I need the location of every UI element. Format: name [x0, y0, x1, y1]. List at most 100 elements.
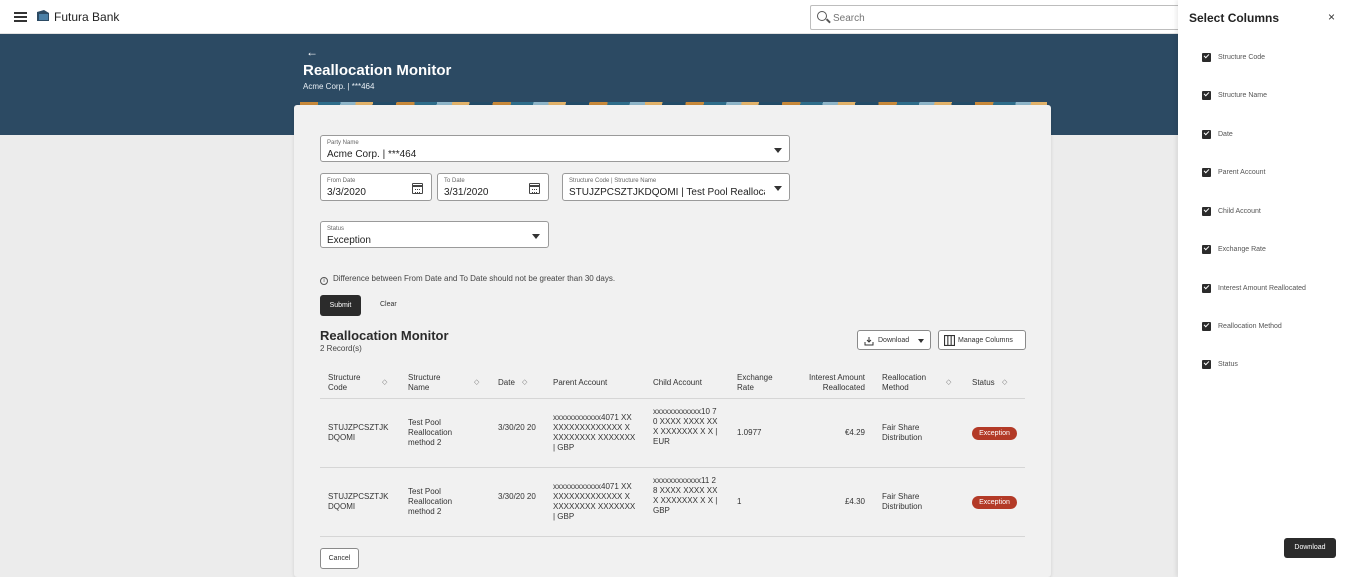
caret-down-icon — [532, 234, 540, 239]
cell-date: 3/30/20 20 — [498, 423, 536, 432]
clear-button[interactable]: Clear — [380, 301, 397, 308]
sort-icon[interactable]: ◇ — [382, 378, 387, 386]
panel-download-button[interactable]: Download — [1284, 538, 1336, 558]
status-badge: Exception — [972, 496, 1017, 509]
calendar-icon[interactable] — [529, 183, 540, 194]
results-title: Reallocation Monitor — [320, 328, 449, 343]
table-divider — [320, 398, 1025, 399]
cell-interest-amount: £4.30 — [844, 497, 865, 506]
close-icon[interactable]: × — [1328, 10, 1335, 24]
page-subtitle: Acme Corp. | ***464 — [303, 82, 375, 91]
checkbox-icon[interactable] — [1202, 53, 1211, 62]
columns-icon — [944, 335, 955, 346]
header-reallocation-method[interactable]: Reallocation Method — [882, 373, 934, 393]
header-parent-account: Parent Account — [553, 378, 608, 387]
date-range-info: i Difference between From Date and To Dat… — [320, 274, 615, 285]
structure-value: STUJZPCSZTJKDQOMI | Test Pool Reallocati… — [569, 187, 765, 198]
download-icon — [864, 337, 874, 346]
sort-icon[interactable]: ◇ — [1002, 378, 1007, 386]
cell-interest-amount: €4.29 — [844, 428, 865, 437]
cell-child-account: xxxxxxxxxxxx10 70 XXXX XXXX XXX XXXXXXX … — [653, 407, 718, 446]
header-date[interactable]: Date — [498, 378, 515, 388]
manage-columns-button[interactable]: Manage Columns — [938, 330, 1026, 350]
cell-reallocation-method: Fair Share Distribution — [882, 492, 923, 511]
table-divider — [320, 467, 1025, 468]
cell-exchange-rate: 1.0977 — [737, 428, 762, 437]
status-value: Exception — [327, 235, 371, 246]
header-child-account: Child Account — [653, 378, 702, 387]
cell-parent-account: xxxxxxxxxxxx4071 XXXXXXXXXXXXXXX X XXXXX… — [553, 482, 636, 521]
sort-icon[interactable]: ◇ — [946, 378, 951, 386]
cell-date: 3/30/20 20 — [498, 492, 536, 501]
party-name-select[interactable]: Party Name Acme Corp. | ***464 — [320, 135, 790, 162]
header-exchange-rate: Exchange Rate — [737, 373, 773, 392]
checkbox-icon[interactable] — [1202, 245, 1211, 254]
header-structure-code[interactable]: Structure Code — [328, 373, 370, 393]
cancel-button[interactable]: Cancel — [320, 548, 359, 569]
caret-down-icon — [774, 186, 782, 191]
column-option-label: Parent Account — [1218, 169, 1266, 176]
download-dropdown-button[interactable]: Download — [857, 330, 931, 350]
manage-columns-label: Manage Columns — [958, 337, 1013, 344]
top-bar: Futura Bank — [0, 0, 1182, 34]
back-arrow-icon[interactable]: ← — [306, 45, 318, 59]
caret-down-icon — [774, 148, 782, 153]
column-option-label: Structure Name — [1218, 92, 1268, 99]
to-date-field[interactable]: To Date 3/31/2020 — [437, 173, 549, 201]
column-option-label: Date — [1218, 131, 1233, 138]
submit-button[interactable]: Submit — [320, 295, 361, 316]
table-divider — [320, 536, 1025, 537]
search-box[interactable] — [810, 5, 1182, 30]
checkbox-icon[interactable] — [1202, 284, 1211, 293]
header-status[interactable]: Status — [972, 378, 995, 388]
header-interest-amount: Interest Amount Reallocated — [808, 373, 865, 392]
header-structure-name[interactable]: Structure Name — [408, 373, 452, 393]
column-option-label: Exchange Rate — [1218, 246, 1266, 253]
column-option-label: Structure Code — [1218, 54, 1266, 61]
to-date-label: To Date — [444, 178, 465, 184]
from-date-field[interactable]: From Date 3/3/2020 — [320, 173, 432, 201]
cell-structure-code: STUJZPCSZTJK DQOMI — [328, 492, 389, 511]
brand-name[interactable]: Futura Bank — [54, 10, 119, 24]
from-date-value: 3/3/2020 — [327, 187, 366, 198]
column-option-label: Reallocation Method — [1218, 323, 1282, 330]
download-label: Download — [878, 337, 910, 344]
sort-icon[interactable]: ◇ — [522, 378, 527, 386]
column-option-label: Interest Amount Reallocated — [1218, 285, 1306, 292]
cell-parent-account: xxxxxxxxxxxx4071 XXXXXXXXXXXXXXX X XXXXX… — [553, 413, 636, 452]
cell-structure-name: Test Pool Reallocation method 2 — [408, 487, 453, 516]
cell-reallocation-method: Fair Share Distribution — [882, 423, 923, 442]
cell-exchange-rate: 1 — [737, 497, 742, 506]
status-label: Status — [327, 226, 345, 232]
checkbox-icon[interactable] — [1202, 168, 1211, 177]
bank-logo-icon — [37, 10, 49, 21]
calendar-icon[interactable] — [412, 183, 423, 194]
status-badge: Exception — [972, 427, 1017, 440]
structure-select[interactable]: Structure Code | Structure Name STUJZPCS… — [562, 173, 790, 201]
checkbox-icon[interactable] — [1202, 130, 1211, 139]
column-option-label: Status — [1218, 361, 1238, 368]
search-input[interactable] — [833, 10, 1133, 26]
cell-structure-name: Test Pool Reallocation method 2 — [408, 418, 453, 447]
search-icon — [817, 11, 827, 21]
party-name-label: Party Name — [327, 140, 359, 146]
structure-label: Structure Code | Structure Name — [569, 178, 657, 184]
status-select[interactable]: Status Exception — [320, 221, 549, 248]
panel-title: Select Columns — [1189, 11, 1280, 25]
cell-child-account: xxxxxxxxxxxx11 28 XXXX XXXX XXX XXXXXXX … — [653, 476, 718, 515]
checkbox-icon[interactable] — [1202, 322, 1211, 331]
select-columns-panel: Select Columns × Structure Code Structur… — [1178, 0, 1345, 577]
record-count: 2 Record(s) — [320, 344, 362, 353]
checkbox-icon[interactable] — [1202, 360, 1211, 369]
from-date-label: From Date — [327, 178, 356, 184]
hamburger-icon[interactable] — [14, 12, 27, 22]
sort-icon[interactable]: ◇ — [474, 378, 479, 386]
caret-down-icon — [918, 339, 924, 343]
to-date-value: 3/31/2020 — [444, 187, 489, 198]
checkbox-icon[interactable] — [1202, 91, 1211, 100]
party-name-value: Acme Corp. | ***464 — [327, 149, 417, 160]
info-text: Difference between From Date and To Date… — [333, 274, 616, 283]
page-title: Reallocation Monitor — [303, 62, 452, 79]
column-option-label: Child Account — [1218, 208, 1261, 215]
checkbox-icon[interactable] — [1202, 207, 1211, 216]
